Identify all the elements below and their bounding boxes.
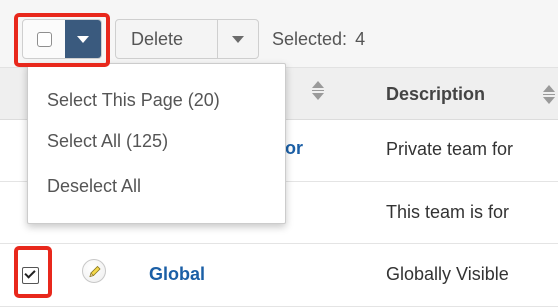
select-dropdown-menu: Select This Page (20) Select All (125) D… xyxy=(27,63,286,224)
delete-button[interactable]: Delete xyxy=(131,20,183,58)
team-name-link[interactable]: Global xyxy=(149,264,205,285)
team-description: Globally Visible xyxy=(386,264,509,284)
selected-count: 4 xyxy=(355,29,366,49)
sort-icon[interactable] xyxy=(312,79,325,101)
pencil-icon[interactable] xyxy=(82,259,106,283)
team-description: Private team for xyxy=(386,139,514,159)
table-row: Global Globally Visible xyxy=(0,244,558,307)
highlight-box xyxy=(14,13,110,67)
menu-item-deselect-all[interactable]: Deselect All xyxy=(47,176,141,197)
column-header-description[interactable]: Description xyxy=(386,68,485,120)
selected-count-text: Selected: 4 xyxy=(272,19,365,59)
divider xyxy=(217,20,218,58)
team-description: This team is for xyxy=(386,202,510,222)
highlight-box xyxy=(14,246,52,298)
sort-icon[interactable] xyxy=(543,83,556,105)
delete-button-group: Delete xyxy=(115,19,259,59)
chevron-down-icon[interactable] xyxy=(232,36,244,43)
menu-item-select-this-page[interactable]: Select This Page (20) xyxy=(47,90,220,111)
menu-item-select-all[interactable]: Select All (125) xyxy=(47,131,168,152)
selected-label: Selected: xyxy=(272,29,348,49)
